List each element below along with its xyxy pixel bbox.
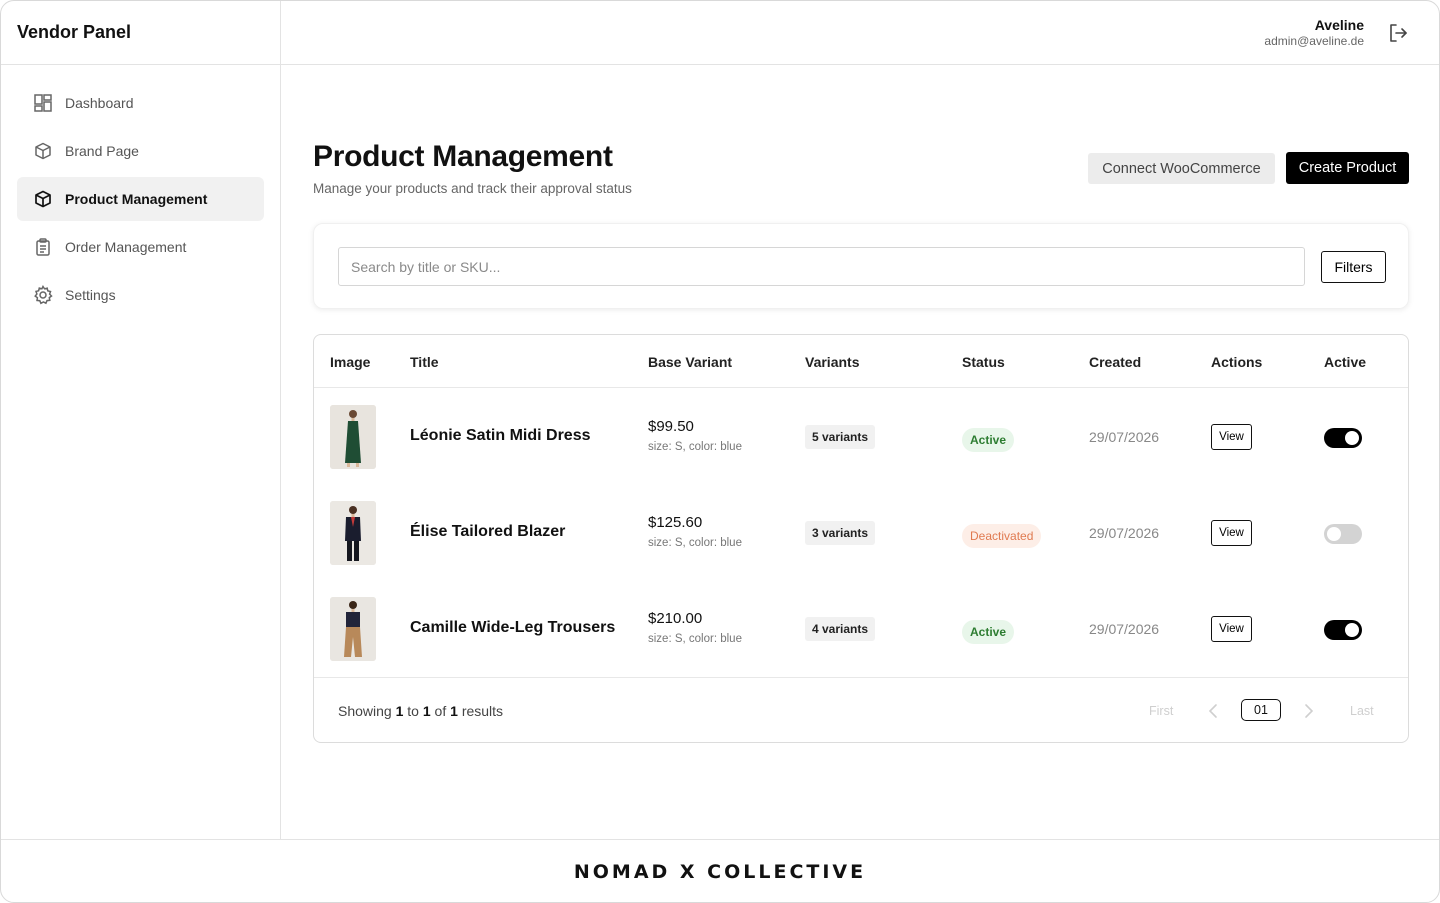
created-date: 29/07/2026	[1089, 525, 1160, 541]
status-badge: Active	[962, 620, 1015, 644]
footer-logo: NOMAD X COLLECTIVE	[573, 861, 867, 883]
sidebar: Vendor Panel Dashboard Brand Page Produc…	[1, 1, 281, 839]
product-title: Léonie Satin Midi Dress	[410, 427, 591, 444]
table-pagination: Showing 1 to 1 of 1 results First 01 Las…	[314, 677, 1408, 742]
user-info: Aveline admin@aveline.de	[1264, 17, 1364, 48]
variants-badge: 3 variants	[805, 521, 876, 545]
column-header-actions: Actions	[1211, 354, 1263, 370]
product-price: $210.00	[648, 610, 703, 627]
chevron-right-icon[interactable]	[1303, 702, 1315, 720]
toggle-knob	[1345, 431, 1359, 445]
created-date: 29/07/2026	[1089, 429, 1160, 445]
page-subtitle: Manage your products and track their app…	[313, 181, 632, 196]
first-page-button[interactable]: First	[1149, 704, 1173, 718]
variants-badge: 5 variants	[805, 425, 876, 449]
product-price: $125.60	[648, 514, 703, 531]
footer: NOMAD X COLLECTIVE	[1, 839, 1439, 902]
table-row: Léonie Satin Midi Dress $99.50 size: S, …	[314, 389, 1408, 485]
products-table: Image Title Base Variant Variants Status…	[313, 334, 1409, 743]
active-toggle[interactable]	[1324, 428, 1362, 448]
product-image	[330, 405, 376, 469]
product-variant-info: size: S, color: blue	[648, 537, 742, 549]
column-header-status: Status	[962, 354, 1005, 370]
cube-icon	[33, 141, 53, 161]
page-title: Product Management	[313, 140, 613, 173]
table-header: Image Title Base Variant Variants Status…	[314, 335, 1408, 388]
results-of-word: of	[434, 703, 447, 719]
chevron-left-icon[interactable]	[1207, 702, 1219, 720]
status-badge: Deactivated	[962, 524, 1042, 548]
logout-icon[interactable]	[1387, 22, 1409, 44]
results-prefix: Showing	[338, 703, 392, 719]
sidebar-item-label: Settings	[65, 287, 116, 303]
clipboard-icon	[33, 237, 53, 257]
table-row: Élise Tailored Blazer $125.60 size: S, c…	[314, 485, 1408, 581]
active-toggle[interactable]	[1324, 620, 1362, 640]
search-card: Filters	[313, 223, 1409, 309]
results-to: 1	[422, 703, 431, 719]
sidebar-item-label: Dashboard	[65, 95, 134, 111]
product-price: $99.50	[648, 418, 694, 435]
product-title: Élise Tailored Blazer	[410, 523, 566, 540]
column-header-base-variant: Base Variant	[648, 354, 733, 370]
connect-woocommerce-button[interactable]: Connect WooCommerce	[1088, 153, 1275, 184]
user-email: admin@aveline.de	[1264, 34, 1364, 48]
product-image	[330, 597, 376, 661]
toggle-knob	[1345, 623, 1359, 637]
sidebar-item-brand-page[interactable]: Brand Page	[17, 129, 264, 173]
product-variant-info: size: S, color: blue	[648, 633, 742, 645]
sidebar-item-dashboard[interactable]: Dashboard	[17, 81, 264, 125]
sidebar-item-label: Order Management	[65, 239, 187, 255]
current-page[interactable]: 01	[1241, 699, 1281, 721]
sidebar-item-label: Brand Page	[65, 143, 139, 159]
results-to-word: to	[407, 703, 419, 719]
results-word: results	[461, 703, 504, 719]
app-window: Vendor Panel Dashboard Brand Page Produc…	[0, 0, 1440, 903]
gear-icon	[33, 285, 53, 305]
brand-title: Vendor Panel	[1, 1, 280, 65]
created-date: 29/07/2026	[1089, 621, 1160, 637]
sidebar-nav: Dashboard Brand Page Product Management	[1, 65, 280, 317]
column-header-image: Image	[330, 354, 371, 370]
product-image	[330, 501, 376, 565]
results-from: 1	[395, 703, 404, 719]
results-summary: Showing 1 to 1 of 1 results	[338, 703, 503, 719]
search-input[interactable]	[338, 247, 1305, 286]
filters-button[interactable]: Filters	[1321, 251, 1386, 283]
product-variant-info: size: S, color: blue	[648, 441, 742, 453]
sidebar-item-order-management[interactable]: Order Management	[17, 225, 264, 269]
column-header-variants: Variants	[805, 354, 860, 370]
user-name: Aveline	[1314, 17, 1364, 33]
variants-badge: 4 variants	[805, 617, 876, 641]
status-badge: Active	[962, 428, 1015, 452]
column-header-active: Active	[1324, 354, 1367, 370]
last-page-button[interactable]: Last	[1350, 704, 1374, 718]
view-button[interactable]: View	[1211, 424, 1252, 450]
sidebar-item-product-management[interactable]: Product Management	[17, 177, 264, 221]
view-button[interactable]: View	[1211, 616, 1252, 642]
sidebar-item-label: Product Management	[65, 191, 208, 207]
view-button[interactable]: View	[1211, 520, 1252, 546]
active-toggle[interactable]	[1324, 524, 1362, 544]
dashboard-icon	[33, 93, 53, 113]
column-header-created: Created	[1089, 354, 1142, 370]
create-product-button[interactable]: Create Product	[1286, 152, 1409, 184]
product-title: Camille Wide-Leg Trousers	[410, 619, 616, 636]
column-header-title: Title	[410, 354, 439, 370]
cube-icon	[33, 189, 53, 209]
table-row: Camille Wide-Leg Trousers $210.00 size: …	[314, 581, 1408, 677]
sidebar-item-settings[interactable]: Settings	[17, 273, 264, 317]
toggle-knob	[1327, 527, 1341, 541]
results-total: 1	[450, 703, 458, 719]
topbar: Aveline admin@aveline.de	[281, 1, 1439, 65]
